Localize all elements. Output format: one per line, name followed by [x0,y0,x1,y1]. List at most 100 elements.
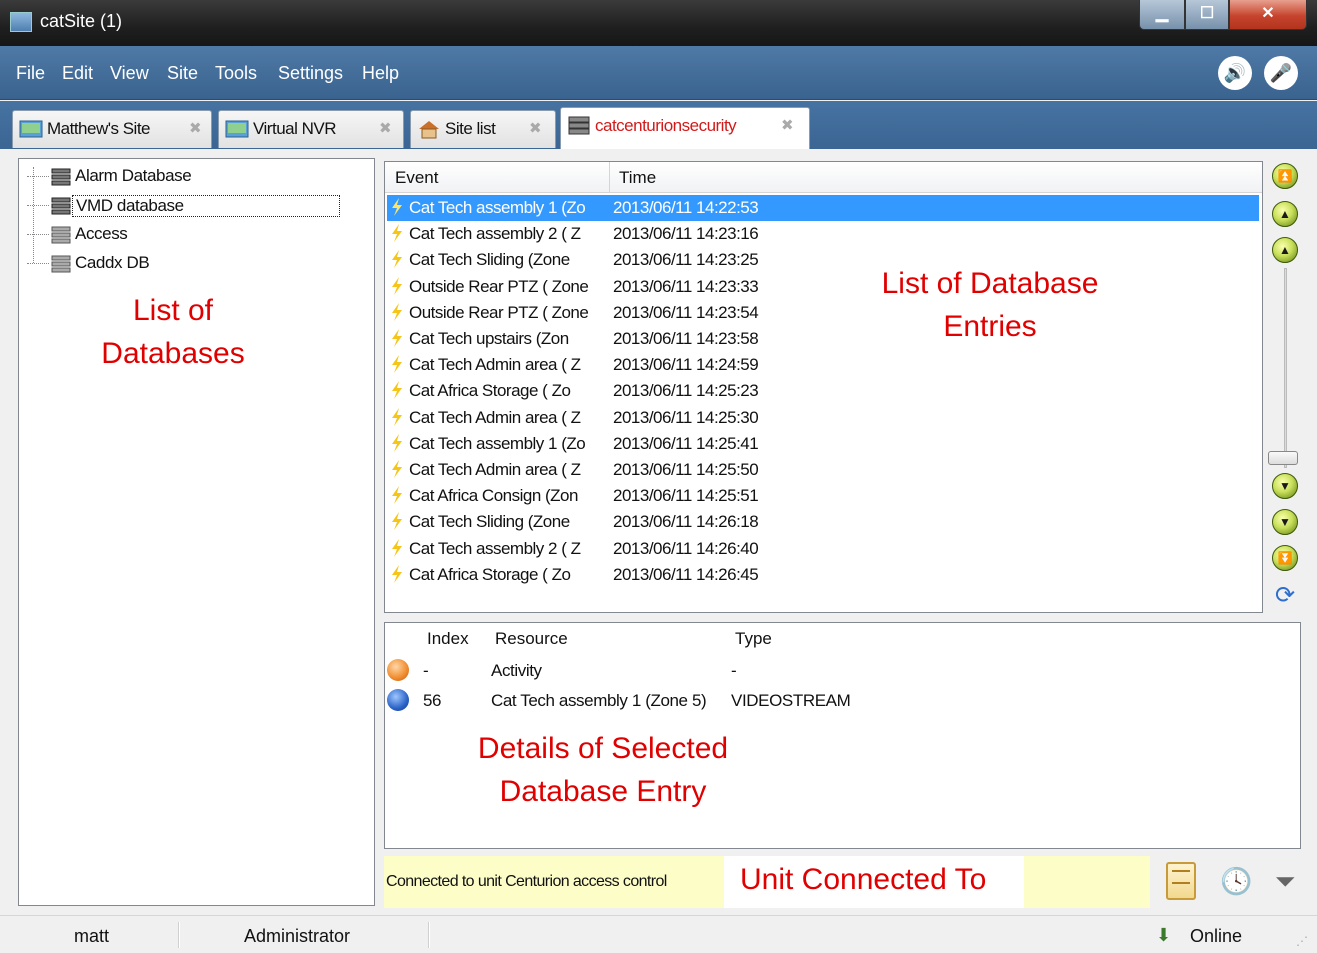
event-row[interactable]: Cat Africa Storage ( Zo 2013/06/11 14:25:… [387,378,1259,404]
window-title: catSite (1) [40,11,123,31]
menu-settings[interactable]: Settings [278,63,343,84]
event-row[interactable]: Cat Tech assembly 1 (Zo 2013/06/11 14:22:… [387,195,1259,221]
event-time: 2013/06/11 14:23:58 [613,329,759,348]
menu-help[interactable]: Help [362,63,399,84]
close-tab-icon[interactable]: ✖ [529,119,542,137]
details-row[interactable]: - Activity - [385,657,1300,685]
menu-tools[interactable]: Tools [215,63,257,84]
tree-item-label: Alarm Database [75,166,192,185]
videostream-icon [387,689,409,711]
database-icon [51,226,71,244]
scroll-slider-track[interactable] [1284,268,1287,468]
tree-item-alarm-database[interactable]: Alarm Database [27,163,347,191]
connection-bar: Connected to unit Centurion access contr… [384,856,1150,908]
event-name: Outside Rear PTZ ( Zone [409,302,589,322]
event-row[interactable]: Cat Tech assembly 2 ( Z 2013/06/11 14:23:… [387,221,1259,247]
microphone-icon[interactable]: 🎤 [1264,56,1298,90]
column-time[interactable]: Time [619,168,656,188]
tab-site-list[interactable]: Site list ✖ [410,110,556,148]
event-row[interactable]: Cat Tech Admin area ( Z 2013/06/11 14:24:… [387,352,1259,378]
database-icon [51,168,71,186]
refresh-icon[interactable]: ⟳ [1270,582,1300,610]
column-event[interactable]: Event [395,168,438,188]
title-bar: catSite (1) ▁ ☐ ✕ [0,0,1317,46]
details-panel: Index Resource Type - Activity - 56 Cat … [384,622,1301,849]
down-icon[interactable]: ▼ [1272,473,1298,499]
event-name: Cat Tech Admin area ( Z [409,407,581,427]
speaker-icon[interactable]: 🔊 [1218,56,1252,90]
filter-icon[interactable]: ⏷ [1270,866,1300,896]
tree-item-access[interactable]: Access [27,221,347,249]
menu-site[interactable]: Site [167,63,198,84]
event-row[interactable]: Cat Tech Sliding (Zone 2013/06/11 14:23:2… [387,247,1259,273]
database-icon [51,255,71,273]
event-time: 2013/06/11 14:23:33 [613,276,759,296]
lightning-icon [392,302,402,321]
database-tree: Alarm Database VMD database Access Caddx… [18,158,375,906]
tree-item-caddx-db[interactable]: Caddx DB [27,250,347,278]
lightning-icon [392,250,402,269]
lightning-icon [392,433,402,452]
minimize-button[interactable]: ▁ [1139,0,1185,30]
last-page-icon[interactable]: ⏬ [1272,545,1298,571]
up-icon[interactable]: ▲ [1272,237,1298,263]
event-time: 2013/06/11 14:24:59 [613,355,759,375]
event-name: Cat Tech assembly 2 ( Z [409,224,581,244]
lightning-icon [392,538,402,557]
event-row[interactable]: Cat Tech assembly 2 ( Z 2013/06/11 14:26:… [387,536,1259,562]
resize-grip-icon[interactable]: ⋰ [1296,934,1308,948]
site-icon [225,120,249,138]
event-name: Cat Tech assembly 1 (Zo [409,433,586,453]
event-row[interactable]: Outside Rear PTZ ( Zone 2013/06/11 14:23:… [387,274,1259,300]
close-tab-icon[interactable]: ✖ [781,116,794,134]
tab-bar: Matthew's Site ✖ Virtual NVR ✖ Site list… [0,101,1317,149]
tab-virtual-nvr[interactable]: Virtual NVR ✖ [218,110,404,148]
page-down-icon[interactable]: ▼ [1272,509,1298,535]
event-name: Cat Africa Storage ( Zo [409,564,571,584]
column-index[interactable]: Index [427,629,469,649]
maximize-button[interactable]: ☐ [1185,0,1229,30]
tab-label: Matthew's Site [47,119,151,138]
clock-icon[interactable]: 🕓 [1220,866,1252,896]
event-time: 2013/06/11 14:25:23 [613,381,759,401]
scroll-slider-thumb[interactable] [1268,451,1298,465]
tab-label: Site list [445,119,496,138]
tree-item-vmd-database[interactable]: VMD database [27,192,347,220]
close-tab-icon[interactable]: ✖ [379,119,392,137]
event-time: 2013/06/11 14:26:18 [613,512,759,532]
event-time: 2013/06/11 14:23:54 [613,302,759,322]
lightning-icon [392,224,402,243]
menu-view[interactable]: View [110,63,149,84]
connection-status: Connected to unit Centurion access contr… [386,873,667,890]
lightning-icon [392,486,402,505]
tab-matthews-site[interactable]: Matthew's Site ✖ [12,110,212,148]
event-row[interactable]: Cat Tech Sliding (Zone 2013/06/11 14:26:1… [387,509,1259,535]
event-name: Cat Tech Sliding (Zone [409,250,570,270]
close-tab-icon[interactable]: ✖ [189,119,202,137]
house-icon [419,121,439,139]
column-type[interactable]: Type [735,629,772,649]
event-row[interactable]: Cat Tech Admin area ( Z 2013/06/11 14:25:… [387,405,1259,431]
first-page-icon[interactable]: ⏫ [1272,163,1298,189]
event-row[interactable]: Cat Tech Admin area ( Z 2013/06/11 14:25:… [387,457,1259,483]
cabinet-icon[interactable] [1166,862,1196,900]
status-role: Administrator [244,926,351,946]
event-row[interactable]: Cat Africa Storage ( Zo 2013/06/11 14:26:… [387,562,1259,588]
event-row[interactable]: Cat Africa Consign (Zon 2013/06/11 14:25:… [387,483,1259,509]
activity-icon [387,659,409,681]
event-row[interactable]: Cat Tech upstairs (Zon 2013/06/11 14:23:5… [387,326,1259,352]
close-button[interactable]: ✕ [1229,0,1307,30]
column-resource[interactable]: Resource [495,629,568,649]
details-row[interactable]: 56 Cat Tech assembly 1 (Zone 5) VIDEOSTR… [385,687,1300,715]
status-user: matt [74,926,110,946]
menu-edit[interactable]: Edit [62,63,93,84]
menu-file[interactable]: File [16,63,45,84]
annotation-databases: List of Databases [79,289,267,375]
event-row[interactable]: Outside Rear PTZ ( Zone 2013/06/11 14:23:… [387,300,1259,326]
page-up-icon[interactable]: ▲ [1272,201,1298,227]
event-name: Cat Tech Admin area ( Z [409,355,581,375]
tab-catcenturionsecurity[interactable]: catcenturionsecurity ✖ [560,107,810,149]
event-row[interactable]: Cat Tech assembly 1 (Zo 2013/06/11 14:25:… [387,431,1259,457]
tab-label: catcenturionsecurity [595,116,737,135]
lightning-icon [392,329,402,347]
